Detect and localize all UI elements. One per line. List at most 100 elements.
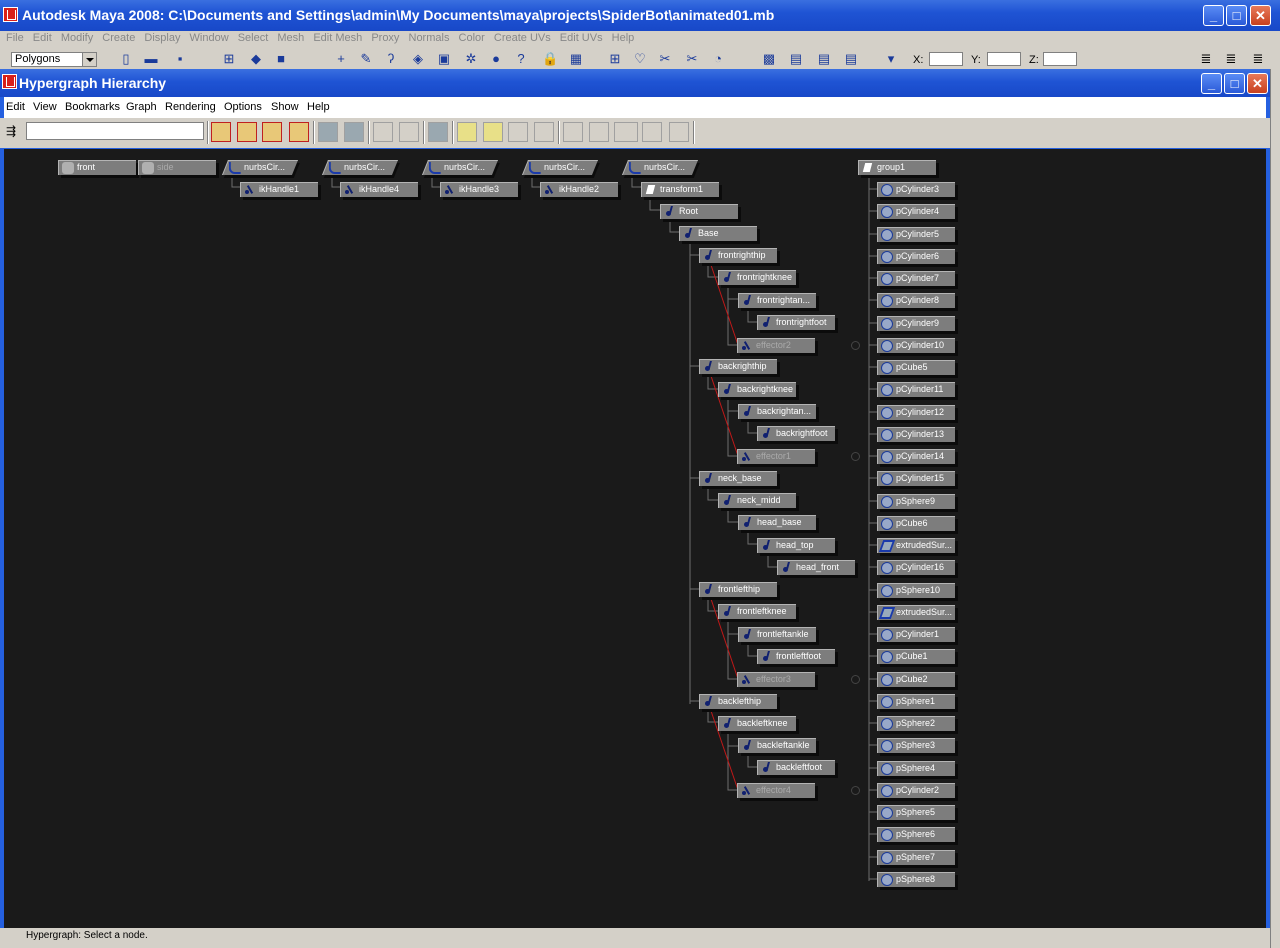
node-transform1[interactable]: transform1	[641, 182, 719, 197]
snap-grid-icon[interactable]: ⊞	[607, 51, 623, 67]
lock-selection-icon[interactable]: 🔒	[542, 51, 558, 67]
node-group-child[interactable]: pCylinder15	[877, 471, 955, 486]
show-tool-settings-icon[interactable]: ≣	[1223, 51, 1239, 67]
show-attribute-editor-icon[interactable]: ≣	[1198, 51, 1214, 67]
menu-modify[interactable]: Modify	[61, 31, 93, 46]
node-group-child[interactable]: extrudedSur...	[877, 538, 955, 553]
scene-hierarchy-button[interactable]	[211, 122, 231, 142]
scene-overview-button[interactable]	[534, 122, 554, 142]
node-group-child[interactable]: pCube5	[877, 360, 955, 375]
rebuild-graph-button[interactable]	[508, 122, 528, 142]
node-group-child[interactable]: pCylinder13	[877, 427, 955, 442]
select-rendering-icon[interactable]: ●	[488, 51, 504, 67]
node-nurbs-circle-2[interactable]: nurbsCir...	[321, 160, 399, 175]
node-neck-base[interactable]: neck_base	[699, 471, 777, 486]
node-nurbs-circle-5[interactable]: nurbsCir...	[621, 160, 699, 175]
new-scene-icon[interactable]: ▯	[118, 51, 134, 67]
menu-edit-uvs[interactable]: Edit UVs	[560, 31, 603, 46]
menu-help[interactable]: Help	[612, 31, 635, 46]
node-head-top[interactable]: head_top	[757, 538, 835, 553]
node-backrightfoot[interactable]: backrightfoot	[757, 426, 835, 441]
node-group-child[interactable]: pCylinder16	[877, 560, 955, 575]
select-surfaces-icon[interactable]: ◈	[410, 51, 426, 67]
menu-normals[interactable]: Normals	[409, 31, 450, 46]
node-group-child[interactable]: pCylinder7	[877, 271, 955, 286]
node-group-child[interactable]: pCylinder12	[877, 405, 955, 420]
node-nurbs-circle-3[interactable]: nurbsCir...	[421, 160, 499, 175]
filter-icon[interactable]: ⇶	[3, 123, 19, 139]
select-hierarchy-icon[interactable]: ⊞	[221, 51, 237, 67]
toggle-swatches-button[interactable]	[428, 122, 448, 142]
node-group1[interactable]: group1	[858, 160, 936, 175]
node-effector1[interactable]: effector1	[737, 449, 815, 464]
chevron-down-icon[interactable]	[82, 53, 96, 66]
select-dynamics-icon[interactable]: ✲	[463, 51, 479, 67]
node-group-child[interactable]: pSphere3	[877, 738, 955, 753]
select-component-icon[interactable]: ■	[273, 51, 289, 67]
close-button[interactable]: ✕	[1250, 5, 1271, 26]
node-backrightknee[interactable]: backrightknee	[718, 382, 796, 397]
node-group-child[interactable]: pCylinder8	[877, 293, 955, 308]
hg-maximize-button[interactable]: □	[1224, 73, 1245, 94]
node-group-child[interactable]: pCylinder10	[877, 338, 955, 353]
input-connections-button[interactable]	[262, 122, 282, 142]
graph-up-button[interactable]	[457, 122, 477, 142]
node-ikhandle1[interactable]: ikHandle1	[240, 182, 318, 197]
node-group-child[interactable]: pCube2	[877, 672, 955, 687]
select-curves-icon[interactable]: ʔ	[383, 51, 399, 67]
hg-close-button[interactable]: ✕	[1247, 73, 1268, 94]
select-handles-icon[interactable]: +	[333, 51, 349, 67]
node-group-child[interactable]: pSphere8	[877, 872, 955, 887]
menu-select[interactable]: Select	[238, 31, 269, 46]
automatic-layout-button[interactable]	[344, 122, 364, 142]
node-ikhandle2[interactable]: ikHandle2	[540, 182, 618, 197]
hg-menu-view[interactable]: View	[33, 101, 57, 113]
hg-menu-options[interactable]: Options	[224, 101, 262, 113]
node-group-child[interactable]: pSphere4	[877, 761, 955, 776]
main-window-scrollbar[interactable]	[1270, 69, 1280, 948]
node-effector3[interactable]: effector3	[737, 672, 815, 687]
maximize-button[interactable]: □	[1226, 5, 1247, 26]
hg-menu-show[interactable]: Show	[271, 101, 299, 113]
hg-menu-edit[interactable]: Edit	[6, 101, 25, 113]
node-root[interactable]: Root	[660, 204, 738, 219]
node-backleftankle[interactable]: backleftankle	[738, 738, 816, 753]
menu-color[interactable]: Color	[459, 31, 485, 46]
node-group-child[interactable]: pCylinder5	[877, 227, 955, 242]
node-frontleftankle[interactable]: frontleftankle	[738, 627, 816, 642]
hg-menu-graph[interactable]: Graph	[126, 101, 157, 113]
highlight-selection-icon[interactable]: ▦	[568, 51, 584, 67]
node-group-child[interactable]: pSphere6	[877, 827, 955, 842]
menu-display[interactable]: Display	[144, 31, 180, 46]
node-frontleftfoot[interactable]: frontleftfoot	[757, 649, 835, 664]
node-nurbs-circle-4[interactable]: nurbsCir...	[521, 160, 599, 175]
menu-file[interactable]: File	[6, 31, 24, 46]
bookmark-field[interactable]	[614, 122, 638, 142]
frame-all-button[interactable]	[373, 122, 393, 142]
render-current-frame-icon[interactable]: ▤	[788, 51, 804, 67]
hg-menu-rendering[interactable]: Rendering	[165, 101, 216, 113]
input-output-connections-button[interactable]	[237, 122, 257, 142]
create-bookmark-button[interactable]	[642, 122, 662, 142]
node-group-child[interactable]: pCylinder2	[877, 783, 955, 798]
node-frontlefthip[interactable]: frontlefthip	[699, 582, 777, 597]
save-scene-icon[interactable]: ▪	[172, 51, 188, 67]
node-head-front[interactable]: head_front	[777, 560, 855, 575]
node-group-child[interactable]: pCylinder6	[877, 249, 955, 264]
node-group-child[interactable]: pSphere2	[877, 716, 955, 731]
node-effector4[interactable]: effector4	[737, 783, 815, 798]
node-effector2[interactable]: effector2	[737, 338, 815, 353]
node-frontrightknee[interactable]: frontrightknee	[718, 270, 796, 285]
node-backleftfoot[interactable]: backleftfoot	[757, 760, 835, 775]
menu-proxy[interactable]: Proxy	[371, 31, 399, 46]
node-group-child[interactable]: pCylinder4	[877, 204, 955, 219]
node-ikhandle4[interactable]: ikHandle4	[340, 182, 418, 197]
node-group-child[interactable]: pCylinder1	[877, 627, 955, 642]
node-side-camera[interactable]: side	[138, 160, 216, 175]
z-field[interactable]	[1043, 52, 1077, 66]
node-backrighthip[interactable]: backrighthip	[699, 359, 777, 374]
node-base[interactable]: Base	[679, 226, 757, 241]
node-group-child[interactable]: pSphere5	[877, 805, 955, 820]
node-ikhandle3[interactable]: ikHandle3	[440, 182, 518, 197]
minimize-button[interactable]: _	[1203, 5, 1224, 26]
